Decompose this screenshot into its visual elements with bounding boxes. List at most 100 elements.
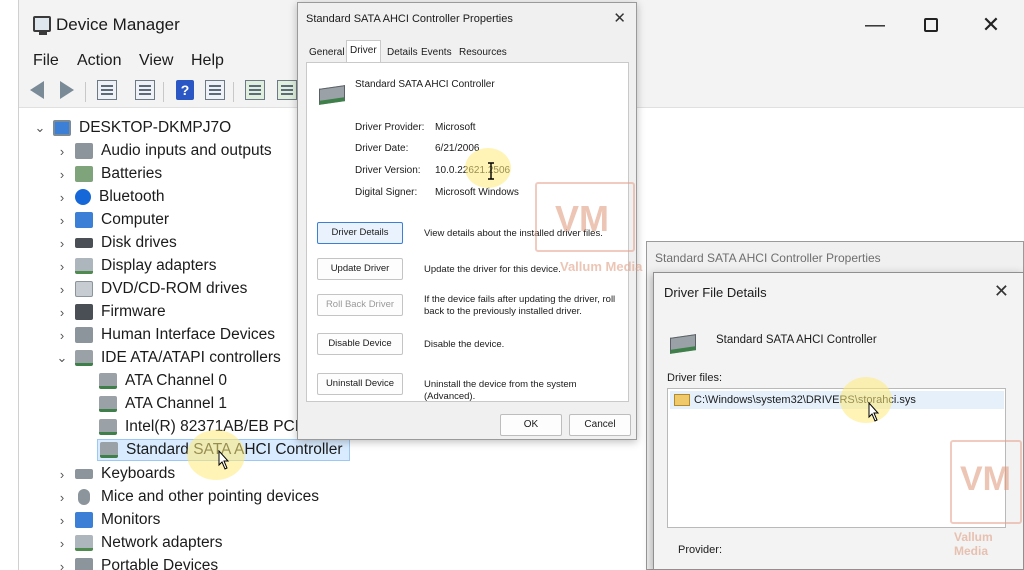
maximize-icon (924, 18, 938, 32)
tab-events[interactable]: Events (418, 43, 455, 63)
tree-item-label: ATA Channel 0 (125, 372, 227, 389)
chevron-right-icon[interactable]: › (55, 490, 69, 505)
maximize-button[interactable] (911, 10, 951, 40)
chevron-right-icon[interactable]: › (55, 167, 69, 182)
tree-item-bluetooth[interactable]: › Bluetooth (55, 186, 165, 208)
tab-resources[interactable]: Resources (456, 43, 510, 63)
tree-item-ata-channel-1[interactable]: ATA Channel 1 (93, 393, 227, 415)
roll-back-driver-button[interactable]: Roll Back Driver (317, 294, 403, 316)
scan-hardware-icon[interactable] (243, 79, 267, 101)
tree-item-label: Network adapters (101, 534, 223, 551)
firmware-icon (75, 304, 93, 320)
chevron-right-icon[interactable]: › (55, 305, 69, 320)
tree-item-disk-drives[interactable]: › Disk drives (55, 232, 177, 254)
dialog-title: Standard SATA AHCI Controller Properties (655, 251, 881, 265)
tree-item-keyboards[interactable]: › Keyboards (55, 463, 175, 485)
uninstall-device-button[interactable]: Uninstall Device (317, 373, 403, 395)
chevron-right-icon[interactable]: › (55, 467, 69, 482)
display-adapter-icon (75, 258, 93, 274)
toolbar-separator (85, 82, 86, 102)
tree-item-network-adapters[interactable]: › Network adapters (55, 532, 222, 554)
controller-icon (670, 334, 696, 354)
controller-icon (99, 396, 117, 412)
tree-root[interactable]: ⌄ DESKTOP-DKMPJ7O (33, 117, 231, 139)
dialog-title: Driver File Details (664, 285, 767, 300)
controller-icon (99, 419, 117, 435)
driver-details-button[interactable]: Driver Details (317, 222, 403, 244)
driver-provider-label: Driver Provider: (355, 122, 425, 133)
driver-date-label: Driver Date: (355, 143, 409, 154)
chevron-right-icon[interactable]: › (55, 144, 69, 159)
roll-back-description: If the device fails after updating the d… (424, 294, 616, 317)
tab-driver[interactable]: Driver (346, 40, 381, 63)
chevron-right-icon[interactable]: › (55, 190, 69, 205)
tab-details[interactable]: Details (384, 43, 421, 63)
disable-device-button[interactable]: Disable Device (317, 333, 403, 355)
cancel-button[interactable]: Cancel (569, 414, 631, 436)
chevron-right-icon[interactable]: › (55, 513, 69, 528)
tree-item-dvd[interactable]: › DVD/CD-ROM drives (55, 278, 247, 300)
watermark-logo: VM (535, 182, 635, 252)
chevron-right-icon[interactable]: › (55, 282, 69, 297)
menu-file[interactable]: File (33, 52, 59, 70)
watermark-logo: VM (950, 440, 1022, 524)
watermark-text: Vallum Media (954, 530, 993, 558)
hand-cursor-icon (868, 402, 880, 422)
tree-item-ata-channel-0[interactable]: ATA Channel 0 (93, 370, 227, 392)
view-icon[interactable] (203, 79, 227, 101)
close-button[interactable]: ✕ (994, 281, 1009, 302)
menu-help[interactable]: Help (191, 52, 224, 70)
tree-item-batteries[interactable]: › Batteries (55, 163, 162, 185)
tree-item-computer[interactable]: › Computer (55, 209, 169, 231)
computer-icon (75, 212, 93, 228)
chevron-right-icon[interactable]: › (55, 236, 69, 251)
watermark-text: Vallum Media (560, 259, 643, 274)
dialog-title: Standard SATA AHCI Controller Properties (306, 13, 513, 25)
tree-item-monitors[interactable]: › Monitors (55, 509, 160, 531)
ok-button[interactable]: OK (500, 414, 562, 436)
tab-general[interactable]: General (306, 43, 348, 63)
tree-item-label: Human Interface Devices (101, 326, 276, 343)
tree-item-label: Portable Devices (101, 557, 219, 570)
list-item[interactable]: C:\Windows\system32\DRIVERS\storahci.sys (670, 391, 1004, 409)
menu-action[interactable]: Action (77, 52, 121, 70)
controller-icon (99, 373, 117, 389)
tree-item-hid[interactable]: › Human Interface Devices (55, 324, 275, 346)
close-button[interactable]: ✕ (613, 9, 626, 27)
menu-view[interactable]: View (139, 52, 173, 70)
mouse-icon (78, 489, 90, 505)
chevron-right-icon[interactable]: › (55, 536, 69, 551)
chevron-down-icon[interactable]: ⌄ (55, 350, 69, 366)
tree-item-label: Batteries (101, 165, 163, 182)
keyboard-icon (75, 469, 93, 479)
tree-item-display-adapters[interactable]: › Display adapters (55, 255, 216, 277)
update-driver-button[interactable]: Update Driver (317, 258, 403, 280)
chevron-down-icon[interactable]: ⌄ (33, 120, 47, 136)
tree-item-ide-controllers[interactable]: ⌄ IDE ATA/ATAPI controllers (55, 347, 281, 369)
update-driver-icon[interactable] (275, 79, 299, 101)
chevron-right-icon[interactable]: › (55, 259, 69, 274)
properties-sheet-icon[interactable] (133, 79, 157, 101)
close-button[interactable]: ✕ (971, 10, 1011, 40)
chevron-right-icon[interactable]: › (55, 559, 69, 570)
help-icon[interactable]: ? (173, 79, 197, 101)
tree-item-portable-devices[interactable]: › Portable Devices (55, 555, 218, 570)
minimize-button[interactable]: — (855, 10, 895, 40)
disk-drive-icon (75, 238, 93, 248)
chevron-right-icon[interactable]: › (55, 328, 69, 343)
device-manager-icon (33, 16, 51, 35)
tree-item-label: Keyboards (101, 465, 176, 482)
tree-item-firmware[interactable]: › Firmware (55, 301, 166, 323)
tree-item-mice[interactable]: › Mice and other pointing devices (55, 486, 319, 508)
show-hide-tree-icon[interactable] (95, 79, 119, 101)
computer-icon (53, 120, 71, 136)
toolbar-separator (233, 82, 234, 102)
dvd-drive-icon (75, 281, 93, 297)
tree-item-label: ATA Channel 1 (125, 395, 227, 412)
back-arrow-icon[interactable] (25, 79, 49, 101)
tree-item-label: Computer (101, 211, 170, 228)
controller-icon (319, 85, 345, 105)
chevron-right-icon[interactable]: › (55, 213, 69, 228)
forward-arrow-icon[interactable] (55, 79, 79, 101)
tree-item-audio[interactable]: › Audio inputs and outputs (55, 140, 272, 162)
